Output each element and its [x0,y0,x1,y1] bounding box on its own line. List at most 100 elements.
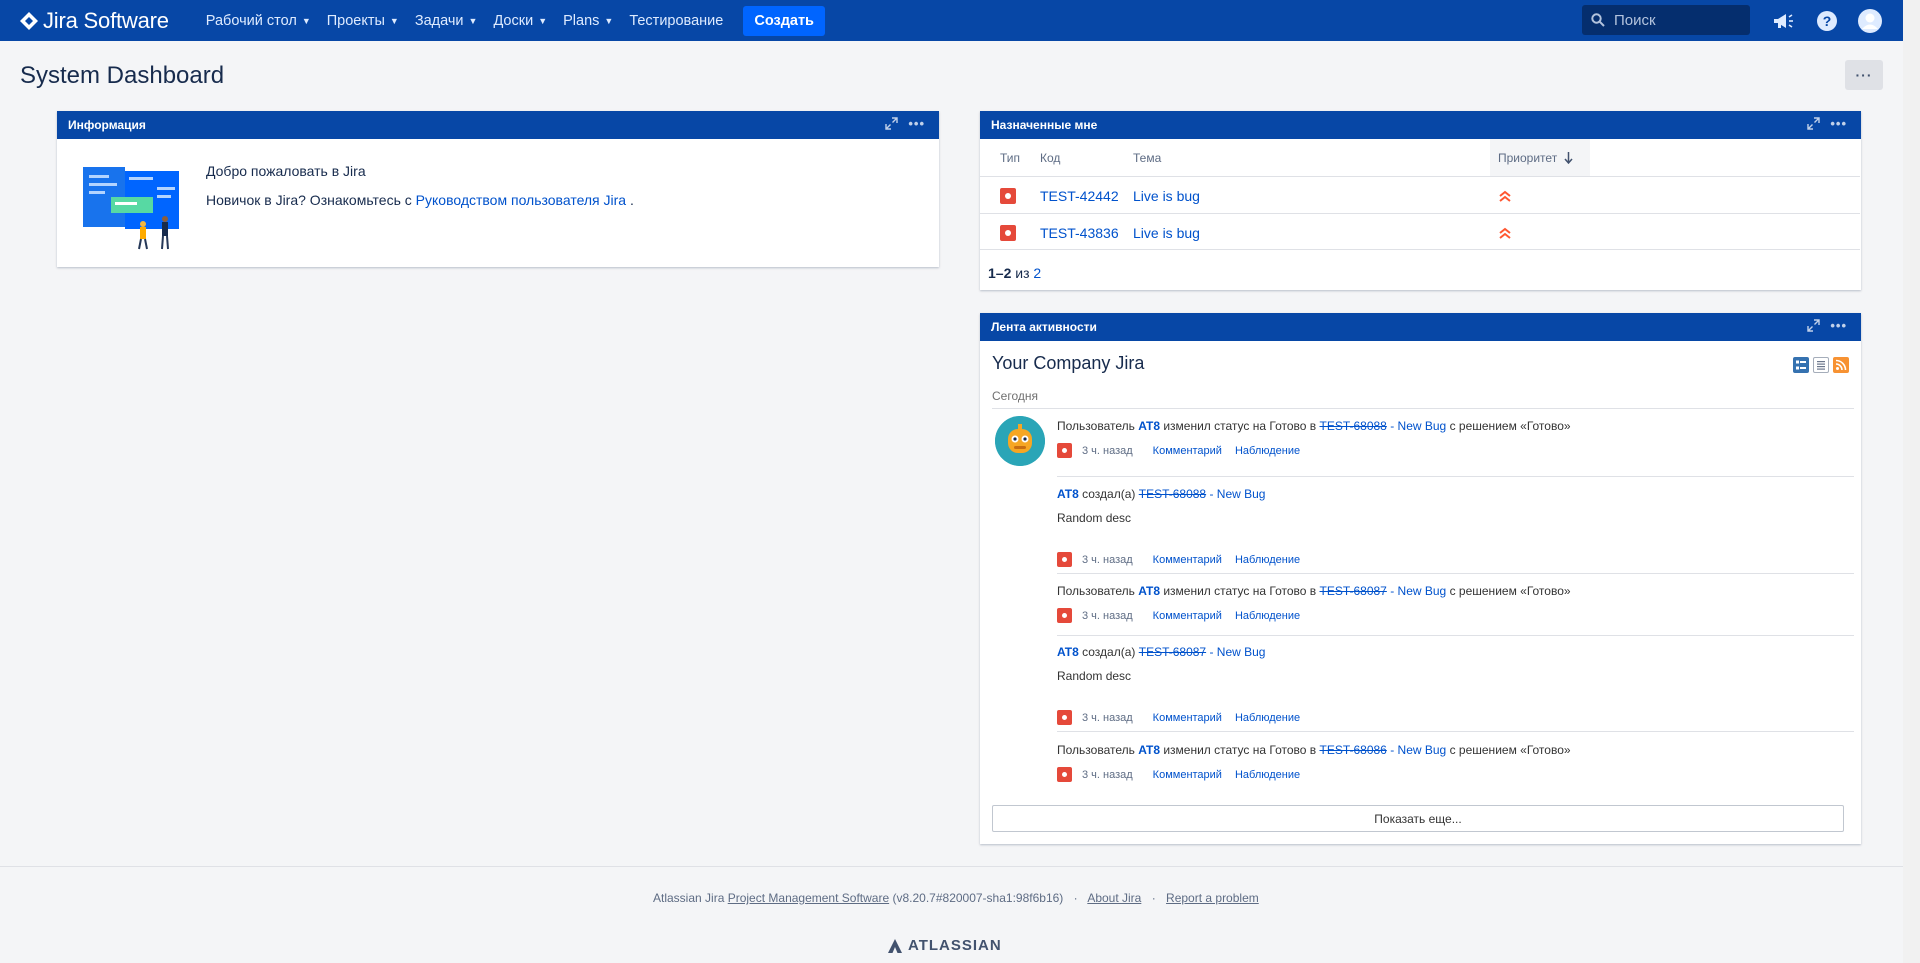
show-more-button[interactable]: Показать еще... [992,805,1844,832]
menu-plans[interactable]: Plans ▼ [555,0,621,41]
pms-link[interactable]: Project Management Software [728,891,889,905]
full-view-icon[interactable] [1793,357,1809,373]
table-row[interactable]: TEST-43836 Live is bug [980,213,1860,250]
help-icon[interactable]: ? [1814,8,1840,34]
watch-link[interactable]: Наблюдение [1235,554,1300,566]
user-avatar[interactable] [995,416,1045,466]
chevron-down-icon: ▼ [604,15,614,26]
atlassian-mark-icon [888,938,902,953]
table-row[interactable]: TEST-42442 Live is bug [980,176,1860,213]
chevron-down-icon: ▼ [301,15,311,26]
watch-link[interactable]: Наблюдение [1235,610,1300,622]
user-link[interactable]: AT8 [1138,743,1160,757]
main-menu: Рабочий стол ▼ Проекты ▼ Задачи ▼ Доски ▼ Pl… [198,0,825,41]
user-guide-link[interactable]: Руководством пользователя Jira [416,192,626,208]
comment-link[interactable]: Комментарий [1153,445,1222,457]
text-fragment: изменил статус на Готово в [1163,584,1317,598]
create-button[interactable]: Создать [743,5,825,36]
column-header-key[interactable]: Код [1040,139,1060,176]
gadget-menu-icon[interactable]: ••• [908,117,925,130]
chevron-down-icon: ▼ [538,15,548,26]
menu-projects[interactable]: Проекты ▼ [319,0,407,41]
issue-link[interactable]: TEST-68087 [1319,584,1386,598]
pager-total-link[interactable]: 2 [1033,265,1041,281]
issue-key-link[interactable]: TEST-42442 [1040,188,1119,204]
activity-meta: 3 ч. назад Комментарий Наблюдение [1057,767,1854,782]
about-jira-link[interactable]: About Jira [1087,891,1141,905]
column-header-type[interactable]: Тип [1000,139,1020,176]
user-link[interactable]: AT8 [1138,584,1160,598]
activity-meta: 3 ч. назад Комментарий Наблюдение [1057,710,1854,725]
user-link[interactable]: AT8 [1057,645,1079,659]
issue-summary-link[interactable]: Live is bug [1133,225,1200,241]
gadget-title: Назначенные мне [991,118,1098,132]
maximize-icon[interactable] [1807,319,1821,332]
gadget-menu-icon[interactable]: ••• [1830,117,1847,130]
top-navigation: Jira Software Рабочий стол ▼ Проекты ▼ Зад… [0,0,1903,41]
info-body: Добро пожаловать в Jira Новичок в Jira? … [57,139,939,267]
entry-divider [1057,476,1854,477]
issue-summary-link[interactable]: New Bug [1217,487,1266,501]
menu-boards[interactable]: Доски ▼ [485,0,555,41]
issue-link[interactable]: TEST-68087 [1139,645,1206,659]
gadget-title: Лента активности [991,320,1097,334]
timestamp: 3 ч. назад [1082,609,1133,622]
watch-link[interactable]: Наблюдение [1235,769,1300,781]
welcome-text: Добро пожаловать в Jira [206,163,366,179]
issue-summary-link[interactable]: New Bug [1217,645,1266,659]
user-glyph [1858,9,1882,33]
stream-title: Your Company Jira [992,353,1145,373]
megaphone-icon[interactable] [1770,8,1796,34]
comment-link[interactable]: Комментарий [1153,769,1222,781]
watch-link[interactable]: Наблюдение [1235,445,1300,457]
profile-avatar-icon[interactable] [1857,8,1883,34]
text-fragment: изменил статус на Готово в [1163,419,1317,433]
user-link[interactable]: AT8 [1138,419,1160,433]
menu-label: Задачи [414,12,464,29]
comment-link[interactable]: Комментарий [1153,610,1222,622]
pagination: 1–2 из 2 [988,265,1041,281]
issue-key-link[interactable]: TEST-43836 [1040,225,1119,241]
activity-entry: Пользователь AT8 изменил статус на Готов… [1057,584,1854,623]
activity-meta: 3 ч. назад Комментарий Наблюдение [1057,608,1854,623]
user-link[interactable]: AT8 [1057,487,1079,501]
comment-link[interactable]: Комментарий [1153,554,1222,566]
search-box[interactable] [1582,5,1750,35]
rss-icon[interactable] [1833,357,1849,373]
issue-summary-link[interactable]: New Bug [1398,584,1447,598]
menu-testing[interactable]: Тестирование [621,0,731,41]
timestamp: 3 ч. назад [1082,768,1133,781]
gadget-menu-icon[interactable]: ••• [1830,319,1847,332]
pager-range: 1–2 [988,265,1012,281]
newbie-text: Новичок в Jira? Ознакомьтесь с Руководст… [206,192,634,208]
text-fragment: Пользователь [1057,584,1135,598]
comment-link[interactable]: Комментарий [1153,712,1222,724]
priority-header-label: Приоритет [1498,150,1558,165]
entry-divider [1057,731,1854,732]
issue-summary-link[interactable]: Live is bug [1133,188,1200,204]
search-input[interactable] [1612,10,1742,30]
dashboard-more-button[interactable]: ··· [1845,60,1883,90]
column-header-summary[interactable]: Тема [1133,139,1161,176]
menu-issues[interactable]: Задачи ▼ [407,0,486,41]
issue-dash: - [1206,487,1217,501]
robot-avatar-glyph [995,416,1045,466]
assigned-to-me-gadget: Назначенные мне ••• Тип Код Тема Приорит… [980,111,1861,290]
issue-link[interactable]: TEST-68086 [1319,743,1386,757]
jira-logo[interactable]: Jira Software [20,8,169,34]
activity-entry: AT8 создал(а) TEST-68088 - New Bug Rando… [1057,487,1854,567]
page-scrollbar[interactable] [1903,0,1920,963]
column-header-priority[interactable]: Приоритет [1490,139,1590,176]
watch-link[interactable]: Наблюдение [1235,712,1300,724]
issue-summary-link[interactable]: New Bug [1398,419,1447,433]
maximize-icon[interactable] [1807,117,1821,130]
list-view-icon[interactable] [1813,357,1829,373]
atlassian-logo[interactable]: ATLASSIAN [888,937,1002,954]
issue-summary-link[interactable]: New Bug [1398,743,1447,757]
issue-link[interactable]: TEST-68088 [1319,419,1386,433]
maximize-icon[interactable] [885,117,899,130]
report-problem-link[interactable]: Report a problem [1166,891,1259,905]
menu-dashboards[interactable]: Рабочий стол ▼ [198,0,319,41]
page-title: System Dashboard [20,62,225,89]
issue-link[interactable]: TEST-68088 [1139,487,1206,501]
